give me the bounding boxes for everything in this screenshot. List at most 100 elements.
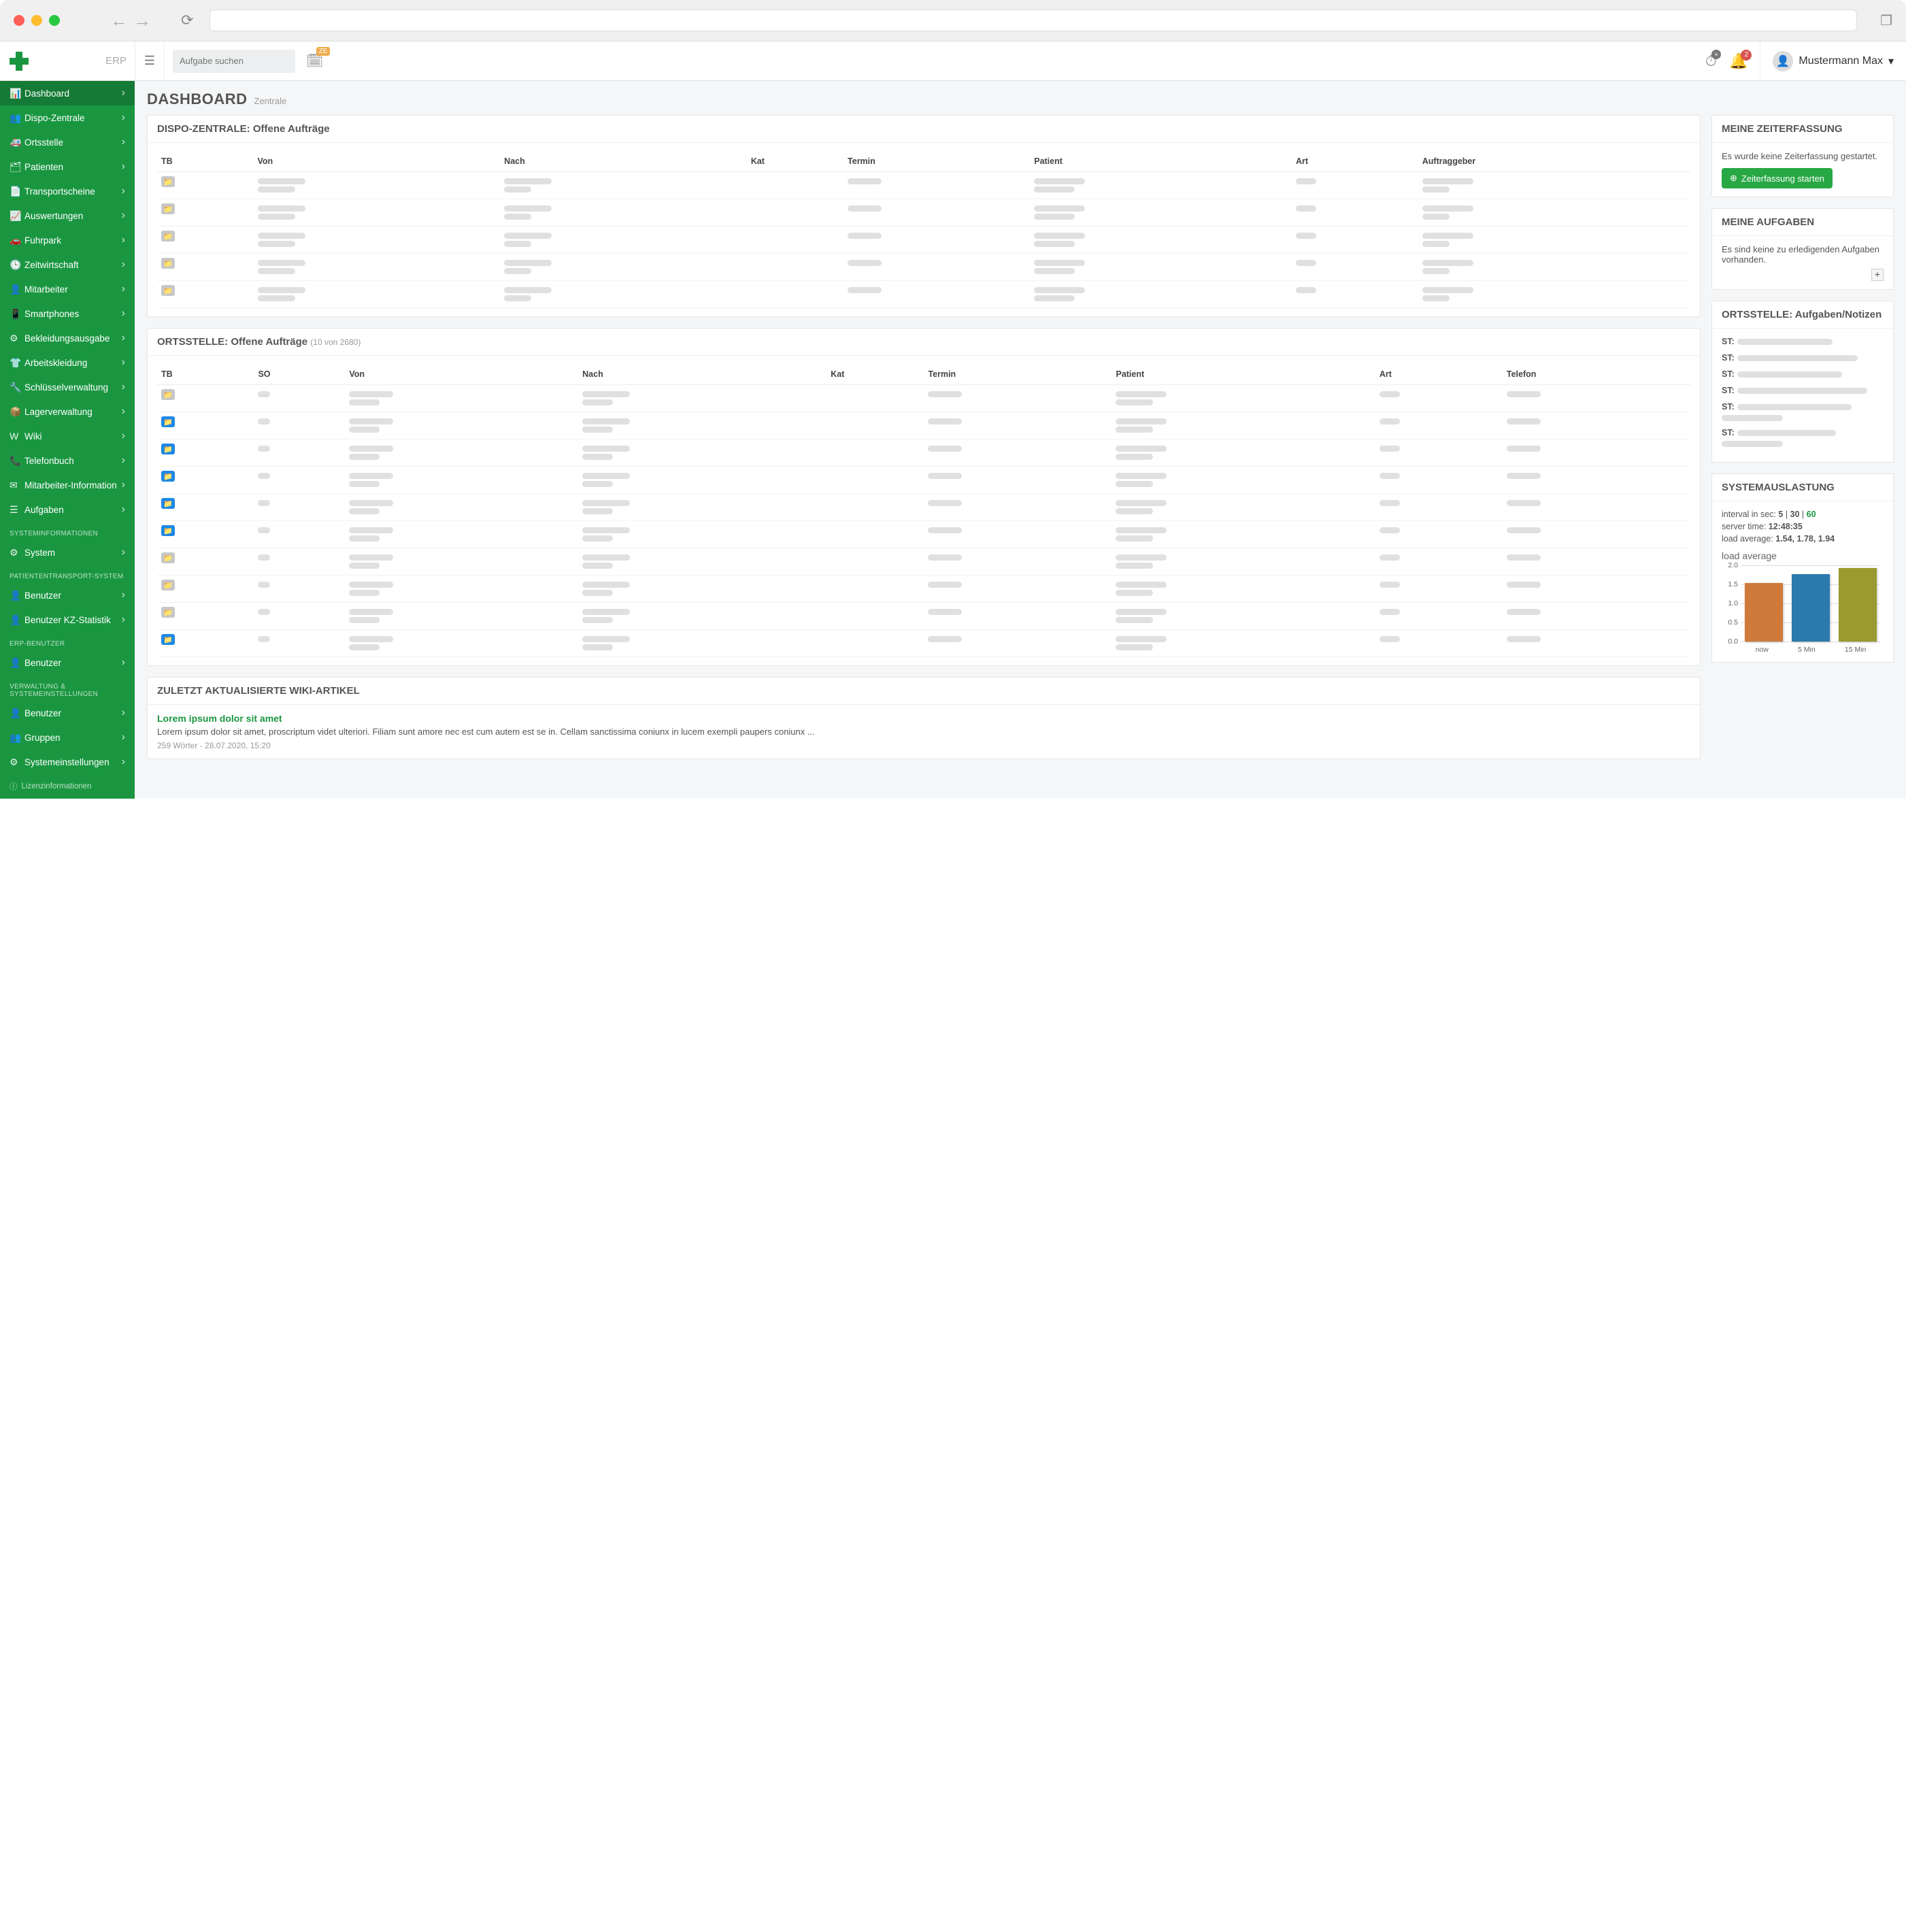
sidebar-item-bekleidungsausgabe[interactable]: ⚙Bekleidungsausgabe› <box>0 326 135 350</box>
chevron-right-icon: › <box>122 614 125 626</box>
sidebar-item-wiki[interactable]: WWiki› <box>0 424 135 448</box>
folder-icon[interactable]: 📁 <box>161 203 175 214</box>
sidebar-item-benutzer-kz-statistik[interactable]: 👤Benutzer KZ-Statistik› <box>0 607 135 632</box>
minimize-window-icon[interactable] <box>31 15 42 26</box>
sidebar-item-aufgaben[interactable]: ☰Aufgaben› <box>0 497 135 522</box>
panel-ortsstelle: ORTSSTELLE: Offene Aufträge (10 von 2680… <box>147 328 1701 666</box>
folder-icon[interactable]: 📁 <box>161 231 175 242</box>
note-row[interactable]: ST: <box>1722 386 1884 395</box>
note-row[interactable]: ST: <box>1722 428 1884 447</box>
folder-icon[interactable]: 📁 <box>161 634 175 645</box>
load-label: load average: <box>1722 534 1773 544</box>
table-row[interactable]: 📁 <box>157 576 1690 603</box>
sidebar-item-zeitwirtschaft[interactable]: 🕒Zeitwirtschaft› <box>0 252 135 277</box>
search-input[interactable] <box>173 50 295 73</box>
folder-icon[interactable]: 📁 <box>161 580 175 590</box>
table-row[interactable]: 📁 <box>157 521 1690 548</box>
note-row[interactable]: ST: <box>1722 369 1884 379</box>
sidebar-item-system[interactable]: ⚙System› <box>0 540 135 565</box>
sidebar-item-label: Smartphones <box>24 309 122 319</box>
sidebar-item-fuhrpark[interactable]: 🚗Fuhrpark› <box>0 228 135 252</box>
table-row[interactable]: 📁 <box>157 199 1690 227</box>
sidebar-item-patienten[interactable]: 🗂Patienten› <box>0 154 135 179</box>
y-tick-label: 1.0 <box>1722 599 1738 607</box>
sidebar-item-schl-sselverwaltung[interactable]: 🔧Schlüsselverwaltung› <box>0 375 135 399</box>
sidebar-icon: 📱 <box>10 308 24 320</box>
note-prefix: ST: <box>1722 369 1735 379</box>
sidebar-item-label: Mitarbeiter-Information <box>24 480 122 490</box>
sidebar-item-benutzer[interactable]: 👤Benutzer› <box>0 701 135 725</box>
sidebar-icon: 👕 <box>10 357 24 369</box>
chevron-right-icon: › <box>122 356 125 369</box>
sidebar-item-dashboard[interactable]: 📊Dashboard› <box>0 81 135 105</box>
table-row[interactable]: 📁 <box>157 494 1690 521</box>
sidebar-item-label: Telefonbuch <box>24 456 122 466</box>
table-row[interactable]: 📁 <box>157 439 1690 467</box>
logo-cross-icon <box>10 52 29 71</box>
clock-icon[interactable]: ⏱× <box>1705 52 1717 70</box>
table-row[interactable]: 📁 <box>157 467 1690 494</box>
table-row[interactable]: 📁 <box>157 385 1690 412</box>
folder-icon[interactable]: 📁 <box>161 552 175 563</box>
start-zeiterfassung-button[interactable]: ⊕Zeiterfassung starten <box>1722 168 1833 188</box>
note-row[interactable]: ST: <box>1722 337 1884 346</box>
folder-icon[interactable]: 📁 <box>161 607 175 618</box>
folder-icon[interactable]: 📁 <box>161 389 175 400</box>
sidebar-icon: 🕒 <box>10 259 24 271</box>
folder-icon[interactable]: 📁 <box>161 525 175 536</box>
user-menu[interactable]: 👤 Mustermann Max ▾ <box>1760 41 1906 80</box>
sidebar-item-smartphones[interactable]: 📱Smartphones› <box>0 301 135 326</box>
tabs-icon[interactable]: ❐ <box>1880 12 1892 29</box>
interval-30[interactable]: 30 <box>1790 510 1800 519</box>
sidebar-item-benutzer[interactable]: 👤Benutzer› <box>0 650 135 675</box>
sidebar-item-telefonbuch[interactable]: 📞Telefonbuch› <box>0 448 135 473</box>
sidebar-item-transportscheine[interactable]: 📄Transportscheine› <box>0 179 135 203</box>
sidebar-item-mitarbeiter-information[interactable]: ✉Mitarbeiter-Information› <box>0 473 135 497</box>
reload-icon[interactable]: ⟳ <box>181 12 193 29</box>
url-bar[interactable] <box>210 10 1857 31</box>
close-window-icon[interactable] <box>14 15 24 26</box>
sidebar-item-auswertungen[interactable]: 📈Auswertungen› <box>0 203 135 228</box>
note-row[interactable]: ST: <box>1722 353 1884 363</box>
ortsstelle-table: TBSOVonNachKatTerminPatientArtTelefon📁📁📁… <box>157 364 1690 657</box>
interval-5[interactable]: 5 <box>1778 510 1783 519</box>
chevron-right-icon: › <box>122 479 125 491</box>
sidebar-item-mitarbeiter[interactable]: 👤Mitarbeiter› <box>0 277 135 301</box>
sidebar-item-arbeitskleidung[interactable]: 👕Arbeitskleidung› <box>0 350 135 375</box>
table-row[interactable]: 📁 <box>157 630 1690 657</box>
sidebar-item-lagerverwaltung[interactable]: 📦Lagerverwaltung› <box>0 399 135 424</box>
dispo-table: TBVonNachKatTerminPatientArtAuftraggeber… <box>157 151 1690 308</box>
menu-toggle-icon[interactable]: ☰ <box>135 41 165 80</box>
wiki-article-title[interactable]: Lorem ipsum dolor sit amet <box>157 713 1690 724</box>
back-icon[interactable]: ← <box>110 10 128 31</box>
forward-icon[interactable]: → <box>133 10 151 31</box>
sidebar-item-gruppen[interactable]: 👥Gruppen› <box>0 725 135 750</box>
folder-icon[interactable]: 📁 <box>161 176 175 187</box>
table-row[interactable]: 📁 <box>157 548 1690 576</box>
sidebar-footer-link[interactable]: ⓘLizenzinformationen <box>0 774 135 799</box>
folder-icon[interactable]: 📁 <box>161 444 175 454</box>
interval-60[interactable]: 60 <box>1807 510 1816 519</box>
sidebar-item-benutzer[interactable]: 👤Benutzer› <box>0 583 135 607</box>
folder-icon[interactable]: 📁 <box>161 285 175 296</box>
chart-bar <box>1839 568 1877 642</box>
table-row[interactable]: 📁 <box>157 281 1690 308</box>
panel-wiki-title: ZULETZT AKTUALISIERTE WIKI-ARTIKEL <box>148 678 1700 705</box>
sidebar-item-ortsstelle[interactable]: 🚑Ortsstelle› <box>0 130 135 154</box>
bell-icon[interactable]: 🔔2 <box>1729 52 1748 70</box>
sidebar-item-dispo-zentrale[interactable]: 👥Dispo-Zentrale› <box>0 105 135 130</box>
sidebar-item-systemeinstellungen[interactable]: ⚙Systemeinstellungen› <box>0 750 135 774</box>
folder-icon[interactable]: 📁 <box>161 258 175 269</box>
table-row[interactable]: 📁 <box>157 172 1690 199</box>
folder-icon[interactable]: 📁 <box>161 471 175 482</box>
add-aufgabe-button[interactable]: + <box>1871 269 1884 281</box>
folder-icon[interactable]: 📁 <box>161 498 175 509</box>
table-row[interactable]: 📁 <box>157 227 1690 254</box>
maximize-window-icon[interactable] <box>49 15 60 26</box>
note-row[interactable]: ST: <box>1722 402 1884 421</box>
table-row[interactable]: 📁 <box>157 603 1690 630</box>
table-row[interactable]: 📁 <box>157 254 1690 281</box>
folder-icon[interactable]: 📁 <box>161 416 175 427</box>
calendar-icon[interactable]: 🗓ZE <box>306 52 323 69</box>
table-row[interactable]: 📁 <box>157 412 1690 439</box>
